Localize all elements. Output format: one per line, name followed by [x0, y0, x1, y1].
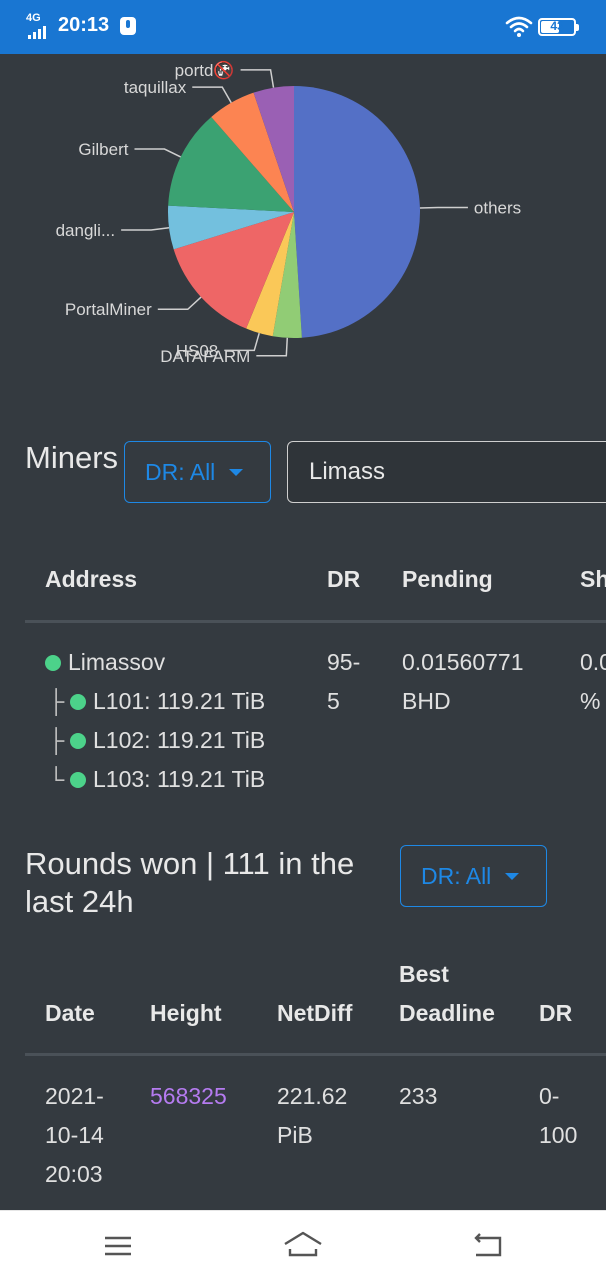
network-type: 4G	[26, 12, 41, 24]
col-date[interactable]: Date	[45, 1000, 95, 1027]
table-divider	[25, 1053, 606, 1056]
pie-slice-label: portd🚱	[175, 60, 235, 80]
wifi-icon	[505, 16, 533, 37]
pie-label-leader	[134, 148, 182, 158]
home-icon[interactable]	[283, 1229, 323, 1263]
col-address[interactable]: Address	[45, 566, 137, 593]
round-dr-line2: 100	[539, 1122, 578, 1148]
miner-pending-line1: 0.01560771	[402, 649, 524, 675]
rounds-won-heading: Rounds won | 111 in the last 24h	[25, 846, 355, 919]
col-dr[interactable]: DR	[539, 1000, 572, 1027]
chevron-down-icon	[505, 872, 520, 880]
rounds-dr-filter[interactable]: DR: All	[400, 845, 547, 907]
round-deadline: 233	[399, 1083, 438, 1109]
pie-slice-label: HS08	[176, 341, 219, 360]
online-status-dot	[45, 655, 61, 671]
tree-branch-icon: └	[48, 766, 65, 792]
col-dr[interactable]: DR	[327, 566, 360, 593]
menu-icon[interactable]	[98, 1229, 138, 1263]
miners-dr-filter[interactable]: DR: All	[124, 441, 271, 503]
sub-miner-label: L102: 119.21 TiB	[93, 727, 266, 753]
tree-branch-icon: ├	[48, 688, 65, 714]
miner-share-line2: %	[580, 688, 601, 714]
miner-search-input[interactable]	[287, 441, 606, 503]
pie-label-leader	[256, 337, 289, 357]
signal-icon: 4G	[24, 12, 52, 39]
pie-slice-0[interactable]	[294, 86, 421, 338]
clock: 20:13	[58, 14, 110, 36]
pie-label-leader	[157, 296, 202, 310]
pie-label-leader	[419, 206, 468, 209]
system-nav-bar	[0, 1210, 606, 1280]
round-dr-line1: 0-	[539, 1083, 560, 1109]
status-bar: 4G 20:13 43	[0, 0, 606, 54]
pie-slice-label: others	[474, 198, 521, 217]
miners-heading: Miners	[25, 440, 119, 475]
miner-share-line1: 0.0	[580, 649, 606, 675]
battery-level: 43	[550, 19, 564, 33]
tree-branch-icon: ├	[48, 727, 65, 753]
online-status-dot	[70, 733, 86, 749]
miner-sub-row: ├ L102: 119.21 TiB	[48, 721, 265, 760]
miner-row-address[interactable]: Limassov	[45, 643, 165, 682]
pie-label-leader	[121, 227, 170, 231]
miner-name[interactable]: Limassov	[68, 649, 165, 675]
chevron-down-icon	[229, 468, 244, 476]
miner-sub-row: └ L103: 119.21 TiB	[48, 760, 265, 799]
round-date-line2: 10-14	[45, 1122, 104, 1148]
pie-slice-label: PortalMiner	[65, 300, 152, 319]
round-date-line1: 2021-	[45, 1083, 104, 1109]
round-netdiff-line2: PiB	[277, 1122, 313, 1148]
round-date-line3: 20:03	[45, 1161, 103, 1187]
sub-miner-label: L103: 119.21 TiB	[93, 766, 266, 792]
pie-label-leader	[192, 86, 232, 104]
pie-slice-label: dangli...	[56, 221, 116, 240]
notification-icon	[120, 17, 136, 35]
miner-dr-line1: 95-	[327, 649, 361, 675]
online-status-dot	[70, 772, 86, 788]
col-height[interactable]: Height	[150, 1000, 222, 1027]
col-pending[interactable]: Pending	[402, 566, 493, 593]
round-height-link[interactable]: 568325	[150, 1077, 227, 1116]
col-best-deadline-line2[interactable]: Deadline	[399, 1000, 495, 1027]
col-share[interactable]: Sh	[580, 566, 606, 593]
miner-dr-line2: 5	[327, 688, 340, 714]
round-netdiff-line1: 221.62	[277, 1083, 348, 1109]
miner-sub-row: ├ L101: 119.21 TiB	[48, 682, 265, 721]
table-divider	[25, 620, 606, 623]
sub-miner-label: L101: 119.21 TiB	[93, 688, 266, 714]
pie-slice-label: taquillax	[124, 78, 187, 97]
col-netdiff[interactable]: NetDiff	[277, 1000, 352, 1027]
col-best-deadline-line1[interactable]: Best	[399, 961, 449, 988]
pie-label-leader	[240, 69, 275, 88]
battery-icon: 43	[538, 18, 579, 36]
back-icon[interactable]	[467, 1229, 507, 1263]
rounds-dr-filter-label: DR: All	[421, 862, 492, 889]
pie-slice-label: Gilbert	[78, 140, 128, 159]
miners-dr-filter-label: DR: All	[145, 458, 216, 485]
miner-pending-line2: BHD	[402, 688, 451, 714]
online-status-dot	[70, 694, 86, 710]
pool-share-pie-chart: others DATAFARM HS08 PortalMiner dangli... Gi…	[0, 54, 606, 404]
